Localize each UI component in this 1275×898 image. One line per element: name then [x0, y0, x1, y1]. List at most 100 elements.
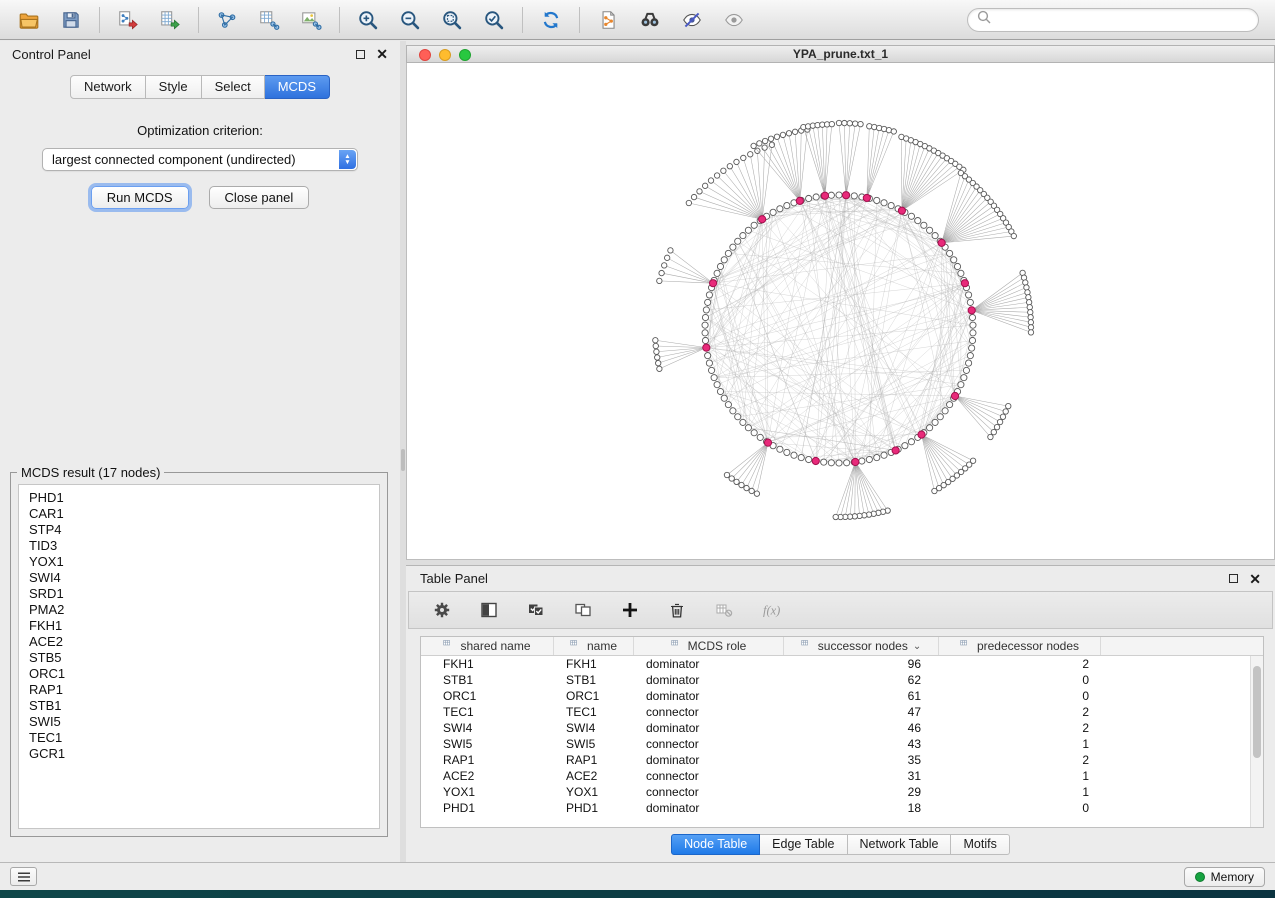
- cell-successor-nodes[interactable]: 18: [784, 800, 939, 816]
- table-row[interactable]: STB1STB1dominator620: [421, 672, 1263, 688]
- cell-successor-nodes[interactable]: 61: [784, 688, 939, 704]
- cell-successor-nodes[interactable]: 96: [784, 656, 939, 672]
- mcds-result-item[interactable]: ORC1: [29, 666, 369, 682]
- mcds-result-item[interactable]: SWI5: [29, 714, 369, 730]
- cell-shared-name[interactable]: SWI4: [421, 720, 554, 736]
- cell-shared-name[interactable]: PHD1: [421, 800, 554, 816]
- cell-MCDS-role[interactable]: dominator: [634, 800, 784, 816]
- find-neighbors-icon[interactable]: [637, 7, 663, 33]
- cell-name[interactable]: TEC1: [554, 704, 634, 720]
- zoom-fit-icon[interactable]: [439, 7, 465, 33]
- cell-predecessor-nodes[interactable]: 1: [939, 768, 1101, 784]
- mcds-result-list[interactable]: PHD1CAR1STP4TID3YOX1SWI4SRD1PMA2FKH1ACE2…: [18, 484, 380, 829]
- mcds-result-item[interactable]: STP4: [29, 522, 369, 538]
- network-graph[interactable]: [407, 63, 1274, 559]
- network-from-table-icon[interactable]: [256, 7, 282, 33]
- select-all-icon[interactable]: [523, 597, 549, 623]
- mcds-result-item[interactable]: STB5: [29, 650, 369, 666]
- cell-shared-name[interactable]: YOX1: [421, 784, 554, 800]
- columns-icon[interactable]: [476, 597, 502, 623]
- mcds-result-item[interactable]: STB1: [29, 698, 369, 714]
- table-row[interactable]: SWI4SWI4dominator462: [421, 720, 1263, 736]
- close-table-panel-icon[interactable]: ✕: [1249, 574, 1261, 584]
- mcds-result-item[interactable]: GCR1: [29, 746, 369, 762]
- table-row[interactable]: ACE2ACE2connector311: [421, 768, 1263, 784]
- cell-shared-name[interactable]: ORC1: [421, 688, 554, 704]
- table-scrollbar[interactable]: [1250, 656, 1263, 827]
- network-window-titlebar[interactable]: YPA_prune.txt_1: [406, 45, 1275, 63]
- float-panel-icon[interactable]: [356, 50, 365, 59]
- cell-predecessor-nodes[interactable]: 2: [939, 752, 1101, 768]
- mcds-result-item[interactable]: CAR1: [29, 506, 369, 522]
- mcds-result-item[interactable]: SRD1: [29, 586, 369, 602]
- search-box[interactable]: [967, 8, 1259, 32]
- cell-successor-nodes[interactable]: 46: [784, 720, 939, 736]
- import-table-file-icon[interactable]: [157, 7, 183, 33]
- cell-MCDS-role[interactable]: connector: [634, 736, 784, 752]
- cell-MCDS-role[interactable]: dominator: [634, 688, 784, 704]
- cell-predecessor-nodes[interactable]: 0: [939, 672, 1101, 688]
- table-row[interactable]: TEC1TEC1connector472: [421, 704, 1263, 720]
- mcds-result-item[interactable]: PMA2: [29, 602, 369, 618]
- table-row[interactable]: SWI5SWI5connector431: [421, 736, 1263, 752]
- cell-shared-name[interactable]: RAP1: [421, 752, 554, 768]
- zoom-in-icon[interactable]: [355, 7, 381, 33]
- cell-successor-nodes[interactable]: 31: [784, 768, 939, 784]
- deselect-all-icon[interactable]: [570, 597, 596, 623]
- close-window-icon[interactable]: [419, 49, 431, 61]
- function-icon[interactable]: f(x): [758, 597, 784, 623]
- cell-MCDS-role[interactable]: connector: [634, 784, 784, 800]
- import-network-file-icon[interactable]: [115, 7, 141, 33]
- panel-menu-button[interactable]: [10, 867, 37, 886]
- cell-name[interactable]: YOX1: [554, 784, 634, 800]
- mcds-result-item[interactable]: YOX1: [29, 554, 369, 570]
- cell-shared-name[interactable]: TEC1: [421, 704, 554, 720]
- gear-icon[interactable]: [429, 597, 455, 623]
- tab-select[interactable]: Select: [202, 75, 265, 99]
- mcds-result-item[interactable]: TID3: [29, 538, 369, 554]
- tab-network[interactable]: Network: [70, 75, 146, 99]
- minimize-window-icon[interactable]: [439, 49, 451, 61]
- clear-table-icon[interactable]: [711, 597, 737, 623]
- column-header-MCDS-role[interactable]: MCDS role: [634, 637, 784, 655]
- mcds-result-item[interactable]: ACE2: [29, 634, 369, 650]
- float-table-panel-icon[interactable]: [1229, 574, 1238, 583]
- cell-MCDS-role[interactable]: dominator: [634, 656, 784, 672]
- tab-motifs[interactable]: Motifs: [951, 834, 1009, 855]
- network-canvas[interactable]: [406, 63, 1275, 560]
- column-header-successor-nodes[interactable]: successor nodes⌄: [784, 637, 939, 655]
- cell-successor-nodes[interactable]: 47: [784, 704, 939, 720]
- column-header-shared-name[interactable]: shared name: [421, 637, 554, 655]
- cell-name[interactable]: RAP1: [554, 752, 634, 768]
- cell-MCDS-role[interactable]: dominator: [634, 720, 784, 736]
- run-mcds-button[interactable]: Run MCDS: [91, 186, 189, 209]
- cell-name[interactable]: ORC1: [554, 688, 634, 704]
- scrollbar-thumb[interactable]: [1253, 666, 1261, 758]
- cell-name[interactable]: PHD1: [554, 800, 634, 816]
- cell-predecessor-nodes[interactable]: 0: [939, 688, 1101, 704]
- cell-shared-name[interactable]: FKH1: [421, 656, 554, 672]
- search-input[interactable]: [992, 13, 1250, 27]
- cell-predecessor-nodes[interactable]: 1: [939, 736, 1101, 752]
- mcds-result-item[interactable]: TEC1: [29, 730, 369, 746]
- add-row-icon[interactable]: [617, 597, 643, 623]
- memory-button[interactable]: Memory: [1184, 867, 1265, 887]
- cell-predecessor-nodes[interactable]: 2: [939, 704, 1101, 720]
- cell-predecessor-nodes[interactable]: 2: [939, 656, 1101, 672]
- cell-successor-nodes[interactable]: 29: [784, 784, 939, 800]
- cell-successor-nodes[interactable]: 35: [784, 752, 939, 768]
- new-network-icon[interactable]: [214, 7, 240, 33]
- cell-MCDS-role[interactable]: connector: [634, 768, 784, 784]
- table-row[interactable]: PHD1PHD1dominator180: [421, 800, 1263, 816]
- zoom-out-icon[interactable]: [397, 7, 423, 33]
- save-session-icon[interactable]: [58, 7, 84, 33]
- mcds-result-item[interactable]: PHD1: [29, 490, 369, 506]
- cell-successor-nodes[interactable]: 62: [784, 672, 939, 688]
- cell-successor-nodes[interactable]: 43: [784, 736, 939, 752]
- cell-name[interactable]: FKH1: [554, 656, 634, 672]
- table-row[interactable]: RAP1RAP1dominator352: [421, 752, 1263, 768]
- splitter-grip[interactable]: [401, 449, 405, 471]
- open-session-icon[interactable]: [16, 7, 42, 33]
- cell-shared-name[interactable]: STB1: [421, 672, 554, 688]
- table-row[interactable]: FKH1FKH1dominator962: [421, 656, 1263, 672]
